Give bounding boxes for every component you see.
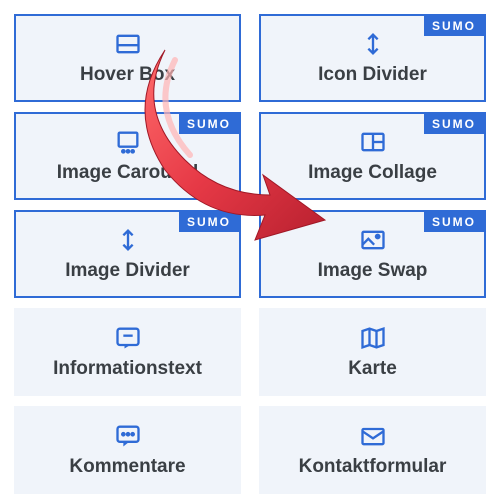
icon-divider-icon <box>359 30 387 58</box>
tile-karte[interactable]: Karte <box>259 308 486 396</box>
tile-kommentare[interactable]: Kommentare <box>14 406 241 494</box>
image-divider-icon <box>114 226 142 254</box>
sumo-badge: SUMO <box>424 212 484 232</box>
tile-label: Hover Box <box>80 64 175 86</box>
hover-box-icon <box>114 30 142 58</box>
tile-image-carousel[interactable]: SUMO Image Carousel <box>14 112 241 200</box>
image-carousel-icon <box>114 128 142 156</box>
sumo-badge: SUMO <box>179 114 239 134</box>
tile-label: Kontaktformular <box>299 456 447 478</box>
sumo-badge: SUMO <box>424 114 484 134</box>
sumo-badge: SUMO <box>179 212 239 232</box>
tile-label: Image Collage <box>308 162 437 184</box>
tile-hover-box[interactable]: Hover Box <box>14 14 241 102</box>
tile-kontaktformular[interactable]: Kontaktformular <box>259 406 486 494</box>
image-collage-icon <box>359 128 387 156</box>
comments-icon <box>114 422 142 450</box>
tile-label: Karte <box>348 358 397 380</box>
tile-label: Image Divider <box>65 260 190 282</box>
info-text-icon <box>114 324 142 352</box>
contact-form-icon <box>359 422 387 450</box>
tile-label: Informationstext <box>53 358 202 380</box>
tile-label: Kommentare <box>69 456 185 478</box>
tile-image-collage[interactable]: SUMO Image Collage <box>259 112 486 200</box>
tile-informationstext[interactable]: Informationstext <box>14 308 241 396</box>
tile-label: Image Carousel <box>57 162 199 184</box>
tile-image-swap[interactable]: SUMO Image Swap <box>259 210 486 298</box>
tile-image-divider[interactable]: SUMO Image Divider <box>14 210 241 298</box>
sumo-badge: SUMO <box>424 16 484 36</box>
map-icon <box>359 324 387 352</box>
tile-icon-divider[interactable]: SUMO Icon Divider <box>259 14 486 102</box>
image-swap-icon <box>359 226 387 254</box>
tile-label: Image Swap <box>318 260 428 282</box>
tile-label: Icon Divider <box>318 64 427 86</box>
module-grid: Hover Box SUMO Icon Divider SUMO Image C… <box>14 14 486 494</box>
